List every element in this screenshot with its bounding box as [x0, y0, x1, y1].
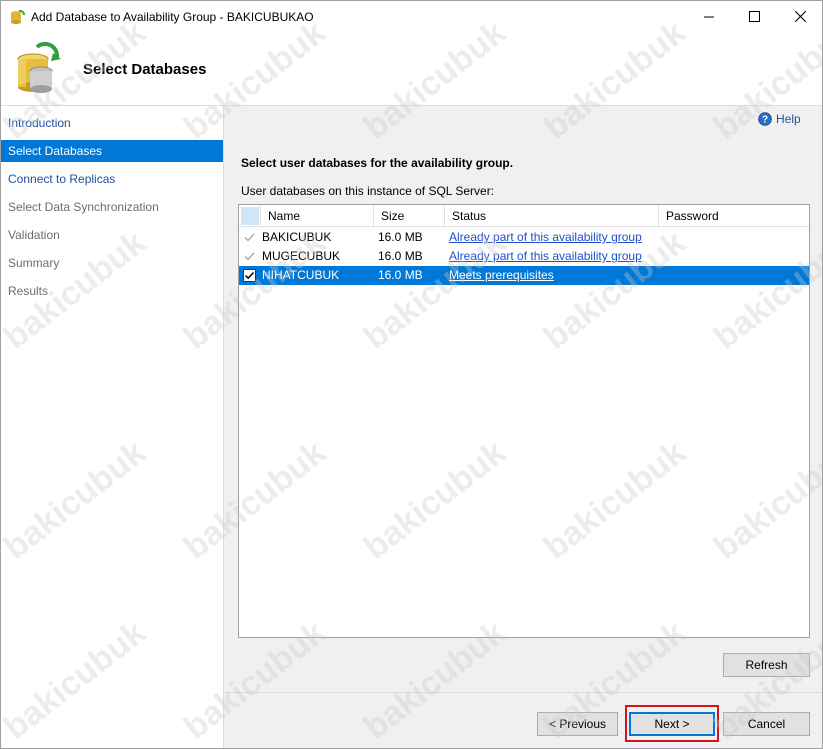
watermark-text: bakicubuk — [356, 613, 513, 747]
watermark-text: bakicubuk — [1, 433, 153, 567]
watermark-text: bakicubuk — [356, 433, 513, 567]
watermark-text: bakicubuk — [706, 223, 822, 357]
watermark-text: bakicubuk — [536, 433, 693, 567]
watermark-text: bakicubuk — [706, 613, 822, 747]
watermark-text: bakicubuk — [536, 13, 693, 147]
watermark-text: bakicubuk — [1, 613, 153, 747]
watermark-text: bakicubuk — [356, 13, 513, 147]
watermark-text: bakicubuk — [176, 433, 333, 567]
watermark-text: bakicubuk — [1, 223, 153, 357]
watermark-text: bakicubuk — [356, 223, 513, 357]
watermark-text: bakicubuk — [706, 433, 822, 567]
watermark-text: bakicubuk — [536, 223, 693, 357]
dialog-window: Add Database to Availability Group - BAK… — [0, 0, 823, 749]
watermark-text: bakicubuk — [706, 13, 822, 147]
watermark-text: bakicubuk — [176, 13, 333, 147]
watermark-layer: bakicubuk bakicubuk bakicubuk bakicubuk … — [1, 1, 822, 748]
watermark-text: bakicubuk — [1, 13, 153, 147]
watermark-text: bakicubuk — [176, 223, 333, 357]
watermark-text: bakicubuk — [176, 613, 333, 747]
watermark-text: bakicubuk — [536, 613, 693, 747]
